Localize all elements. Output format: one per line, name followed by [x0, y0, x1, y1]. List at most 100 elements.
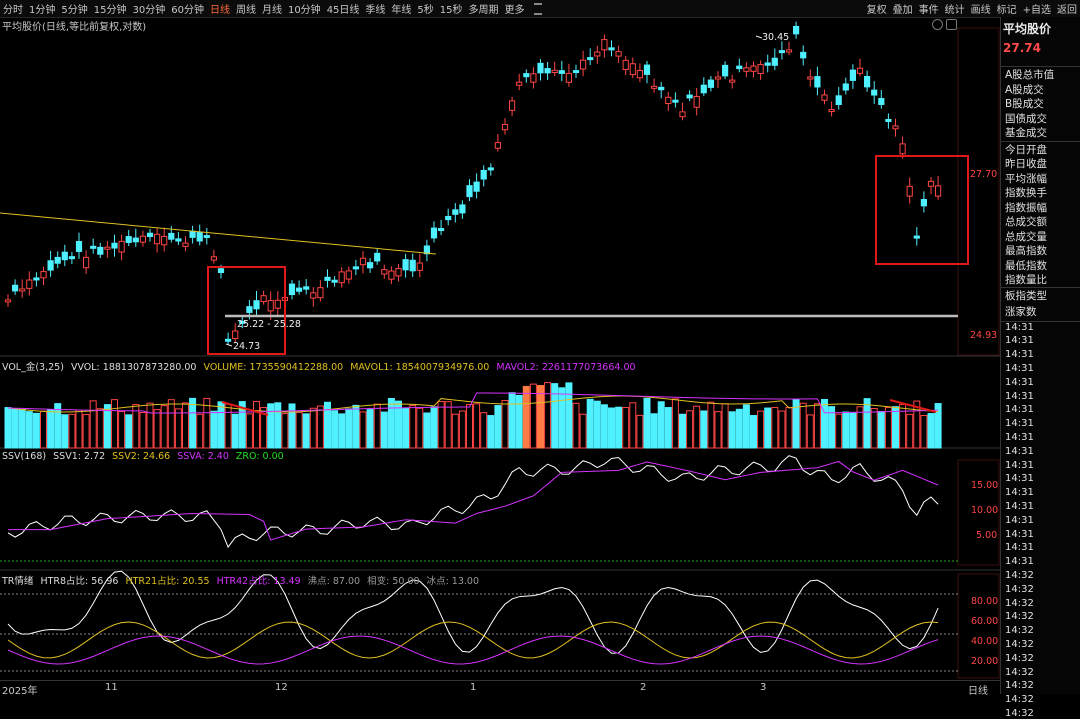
- candle-body: [409, 259, 416, 272]
- candle-body: [920, 198, 927, 207]
- volume-bar: [18, 409, 26, 449]
- tick-time: 14:32: [1005, 597, 1034, 609]
- settings-icon[interactable]: [932, 19, 943, 30]
- candle-body: [473, 181, 480, 192]
- sidebar-item-2[interactable]: B股成交: [1005, 96, 1044, 111]
- volume-bar: [416, 407, 424, 449]
- low-pointer: [225, 343, 233, 347]
- tick-time: 14:32: [1005, 666, 1034, 678]
- highlight-box-right: [875, 155, 969, 265]
- tick-time: 14:31: [1005, 514, 1034, 526]
- volume-bar: [501, 399, 509, 449]
- candle-body: [210, 256, 218, 261]
- candle-body: [19, 288, 26, 292]
- candle-body: [878, 98, 885, 105]
- x-label-11: 11: [105, 682, 118, 693]
- volume-bar: [508, 392, 516, 449]
- kline-chart[interactable]: [0, 0, 1000, 694]
- sidebar-stat-4[interactable]: 指数振幅: [1005, 200, 1047, 215]
- sidebar-type-0[interactable]: 板指类型: [1005, 288, 1047, 303]
- sidebar-item-3[interactable]: 国债成交: [1005, 111, 1047, 126]
- candle-body: [679, 111, 686, 118]
- tick-time: 14:31: [1005, 418, 1034, 430]
- boil-value: 沸点: 87.00: [307, 576, 361, 587]
- volume-value: VOLUME: 1735590412288.00: [203, 362, 344, 373]
- volume-bar: [849, 411, 857, 449]
- candle-body: [764, 62, 771, 66]
- candle-body: [800, 51, 807, 59]
- volume-bar: [544, 382, 552, 449]
- volume-bar: [693, 405, 701, 449]
- sidebar-stat-8[interactable]: 最低指数: [1005, 258, 1047, 273]
- tick-time: 14:32: [1005, 680, 1034, 692]
- x-label-3: 3: [760, 682, 767, 693]
- candle-body: [118, 240, 125, 253]
- volume-bar: [196, 413, 204, 449]
- volume-bar: [863, 398, 871, 449]
- candle-body: [111, 242, 118, 249]
- sidebar-stat-3[interactable]: 指数换手: [1005, 185, 1047, 200]
- tick-time: 14:31: [1005, 349, 1034, 361]
- volume-bar: [82, 414, 90, 449]
- candle-body: [594, 51, 601, 57]
- volume-bar: [806, 414, 814, 449]
- volume-bar: [47, 409, 55, 449]
- sidebar-type-1[interactable]: 涨家数: [1005, 304, 1037, 319]
- candle-body: [288, 283, 296, 296]
- vol-name: VOL_金(3,25): [2, 362, 64, 373]
- sidebar-stat-2[interactable]: 平均涨幅: [1005, 171, 1047, 186]
- candle-body: [47, 260, 54, 271]
- sidebar-item-4[interactable]: 基金成交: [1005, 125, 1047, 140]
- tr-legend: TR情绪 HTR8占比: 56.96 HTR21占比: 20.55 HTR42占…: [2, 573, 483, 587]
- volume-bar: [267, 403, 275, 449]
- volume-bar: [402, 407, 410, 449]
- action-button-6[interactable]: +自选: [1020, 1, 1054, 16]
- volume-bar: [40, 410, 47, 449]
- tick-time: 14:31: [1005, 390, 1034, 402]
- candle-body: [658, 86, 665, 91]
- sidebar: 平均股价 27.74 A股总市值 A股成交 B股成交 国债成交 基金成交 今日开盘 昨日收盘…: [1000, 17, 1080, 719]
- volume-bar: [430, 406, 438, 449]
- candle-body: [416, 262, 423, 271]
- candle-body: [466, 185, 473, 198]
- sidebar-stat-7[interactable]: 最高指数: [1005, 243, 1047, 258]
- x-label-12: 12: [275, 682, 288, 693]
- candle-body: [885, 118, 892, 122]
- sidebar-stat-9[interactable]: 指数量比: [1005, 272, 1047, 287]
- action-button-7[interactable]: 返回: [1054, 1, 1080, 16]
- volume-bar: [380, 411, 388, 449]
- candle-body: [40, 271, 47, 279]
- candle-body: [750, 65, 757, 72]
- sidebar-stat-5[interactable]: 总成交额: [1005, 214, 1047, 229]
- volume-bar: [437, 401, 445, 449]
- candle-body: [892, 125, 899, 130]
- tick-time: 14:32: [1005, 694, 1034, 706]
- volume-bar: [892, 406, 899, 449]
- candle-body: [83, 256, 90, 269]
- volume-bar: [671, 398, 679, 449]
- ssva-line: [8, 460, 939, 541]
- window-icon[interactable]: [946, 19, 957, 30]
- sidebar-stat-6[interactable]: 总成交量: [1005, 229, 1047, 244]
- candle-body: [395, 268, 402, 277]
- volume-bar: [487, 415, 495, 449]
- volume-bar: [877, 411, 885, 449]
- ssv-legend: SSV(168) SSV1: 2.72 SSV2: 24.66 SSVA: 2.…: [2, 451, 288, 462]
- volume-bar: [217, 401, 225, 449]
- sidebar-stat-0[interactable]: 今日开盘: [1005, 142, 1047, 157]
- x-label-2025: 2025年: [2, 686, 38, 697]
- vol-legend: VOL_金(3,25) VVOL: 1881307873280.00 VOLUM…: [2, 359, 640, 373]
- volume-bar: [409, 405, 417, 449]
- volume-bar: [622, 407, 630, 449]
- tick-time: 14:31: [1005, 431, 1034, 443]
- volume-bar: [558, 387, 566, 449]
- sidebar-item-0[interactable]: A股总市值: [1005, 67, 1054, 82]
- sidebar-item-1[interactable]: A股成交: [1005, 82, 1044, 97]
- tick-time: 14:31: [1005, 473, 1034, 485]
- ssv-axis-10: 10.00: [971, 505, 999, 516]
- candle-body: [743, 67, 750, 72]
- sidebar-stat-1[interactable]: 昨日收盘: [1005, 156, 1047, 171]
- volume-bar: [821, 399, 828, 449]
- tick-time: 14:31: [1005, 335, 1034, 347]
- volume-bar: [4, 407, 12, 449]
